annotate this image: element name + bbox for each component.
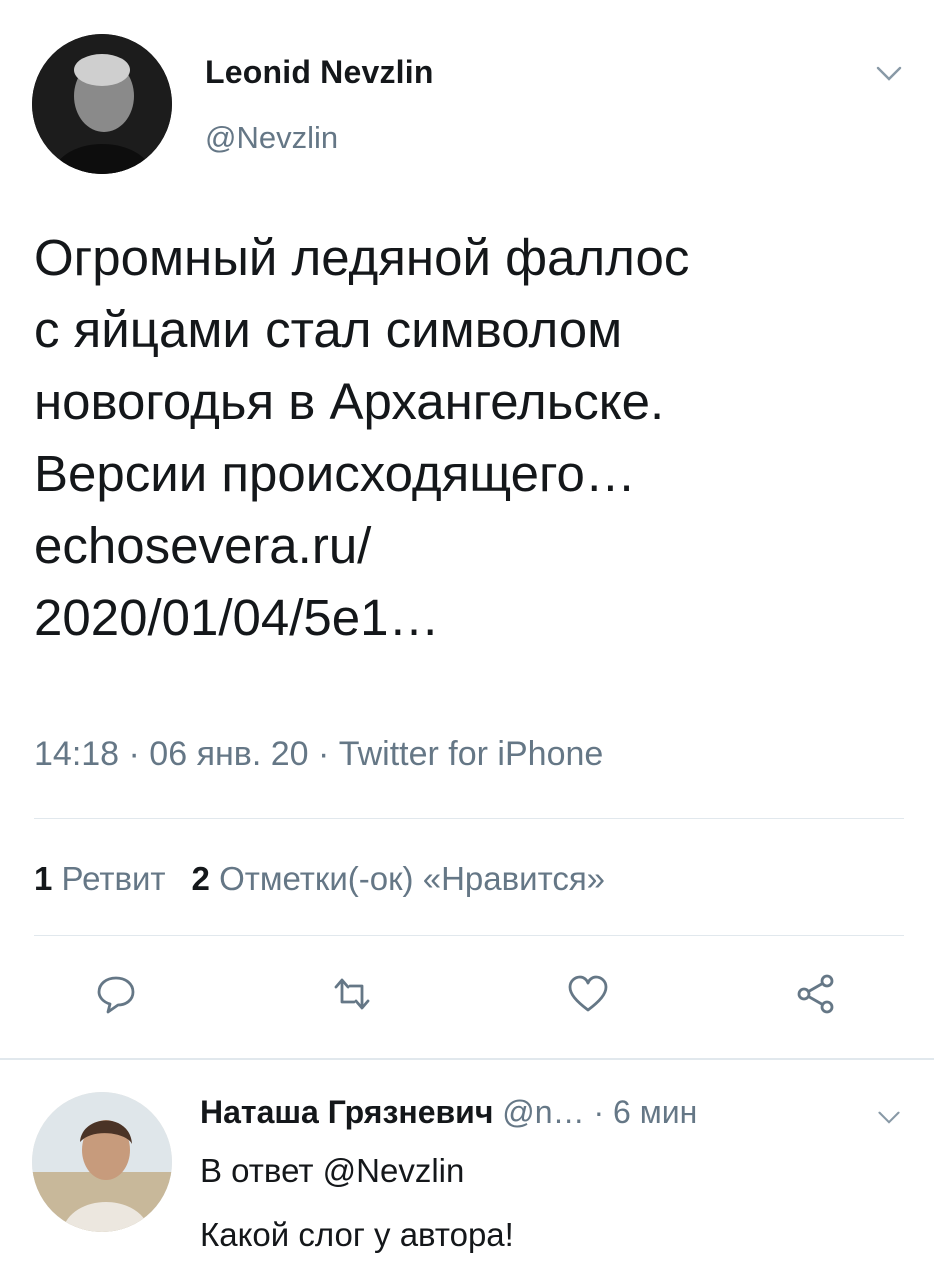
divider	[34, 818, 904, 819]
thread-separator	[0, 1058, 934, 1060]
reply-header: Наташа Грязневич @n… · 6 мин	[200, 1094, 697, 1131]
tweet-text: Огромный ледяной фаллос с яйцами стал си…	[34, 229, 690, 646]
retweet-icon[interactable]	[330, 972, 374, 1016]
share-icon[interactable]	[794, 972, 838, 1016]
retweet-stat[interactable]: 1 Ретвит	[34, 860, 166, 897]
tweet-meta: 14:18 · 06 янв. 20 · Twitter for iPhone	[34, 735, 604, 773]
replying-to-handle[interactable]: @Nevzlin	[323, 1152, 465, 1189]
author-name[interactable]: Leonid Nevzlin	[205, 54, 434, 91]
avatar-photo	[32, 34, 172, 174]
replying-to: В ответ @Nevzlin	[200, 1152, 464, 1190]
chevron-down-icon[interactable]	[874, 58, 904, 88]
like-stat[interactable]: 2 Отметки(-ок) «Нравится»	[192, 860, 606, 897]
replying-prefix: В ответ	[200, 1152, 314, 1189]
reply-author-name[interactable]: Наташа Грязневич	[200, 1094, 493, 1130]
reply-time: · 6 мин	[593, 1094, 698, 1130]
avatar[interactable]	[32, 34, 172, 174]
chevron-down-icon[interactable]	[876, 1104, 906, 1134]
avatar-photo	[32, 1092, 172, 1232]
tweet-stats: 1 Ретвит 2 Отметки(-ок) «Нравится»	[34, 860, 605, 898]
retweet-count: 1	[34, 860, 53, 897]
author-handle[interactable]: @Nevzlin	[205, 120, 338, 156]
divider	[34, 935, 904, 936]
like-label: Отметки(-ок) «Нравится»	[219, 860, 606, 897]
reply-icon[interactable]	[94, 972, 138, 1016]
retweet-label: Ретвит	[61, 860, 166, 897]
reply-text: Какой слог у автора!	[200, 1216, 514, 1253]
like-count: 2	[191, 860, 210, 897]
heart-icon[interactable]	[566, 972, 610, 1016]
reply-avatar[interactable]	[32, 1092, 172, 1232]
reply-author-handle[interactable]: @n…	[502, 1094, 584, 1130]
